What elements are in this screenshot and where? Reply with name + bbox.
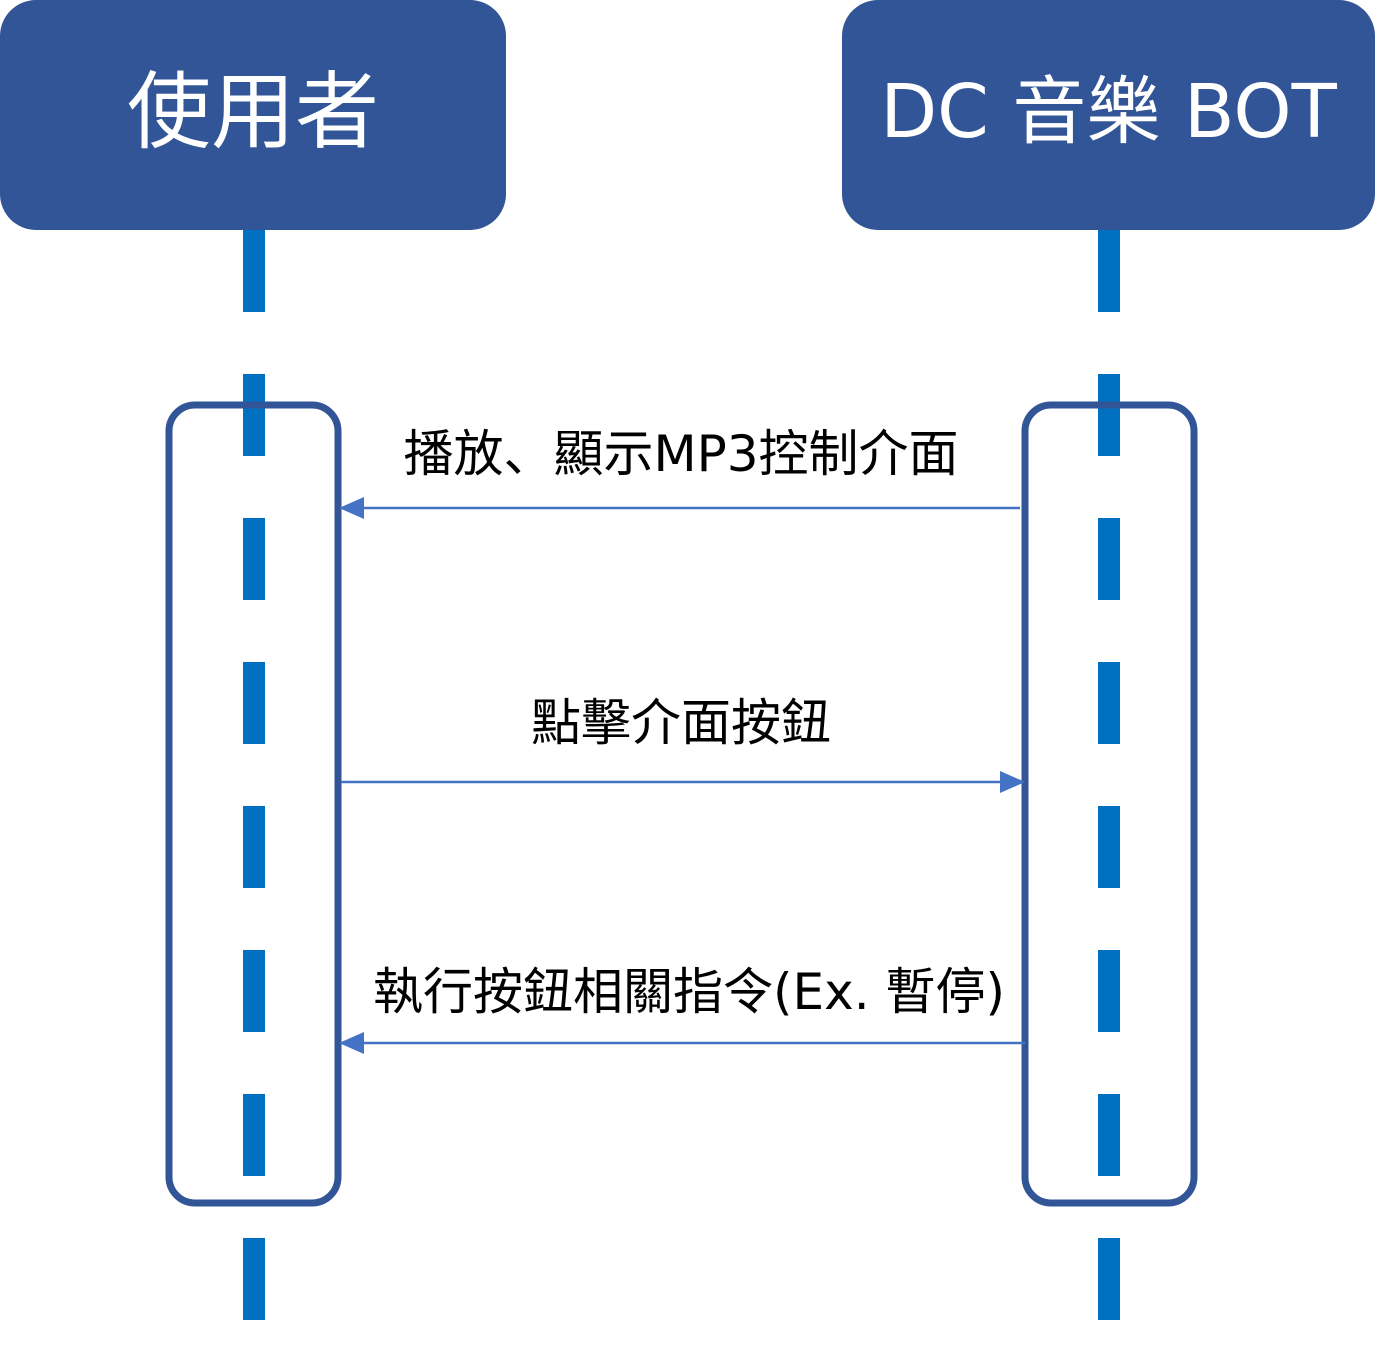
message-label-3: 執行按鈕相關指令(Ex. 暫停) [373, 963, 1005, 1021]
arrowhead-1 [339, 497, 364, 519]
arrowhead-3 [339, 1032, 364, 1054]
arrowhead-2 [1000, 771, 1025, 793]
sequence-diagram-canvas [165, 230, 1198, 1325]
message-label-1: 播放、顯示MP3控制介面 [403, 425, 959, 483]
message-label-2: 點擊介面按鈕 [531, 694, 831, 752]
